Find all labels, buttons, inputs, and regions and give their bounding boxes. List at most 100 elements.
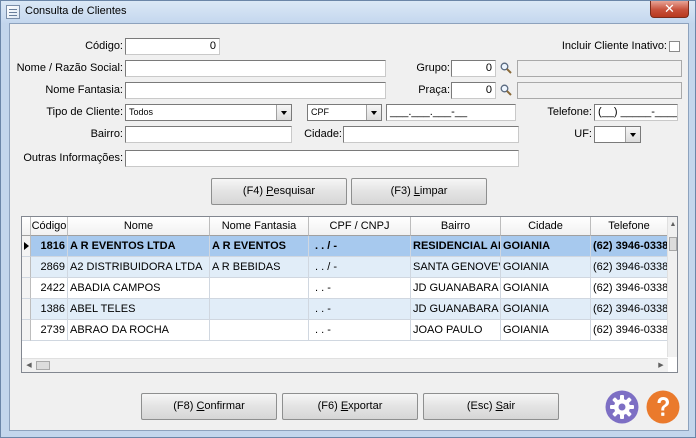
uf-select[interactable]	[594, 126, 641, 143]
tipo-cliente-select[interactable]: Todos	[125, 104, 292, 121]
limpar-button[interactable]: (F3) Limpar	[351, 178, 487, 205]
table-row[interactable]: 1816 A R EVENTOS LTDA A R EVENTOS . . / …	[22, 236, 668, 257]
scroll-up-icon[interactable]: ▲	[668, 219, 678, 231]
column-header-telefone[interactable]: Telefone	[591, 217, 668, 236]
table-row[interactable]: 2739 ABRAO DA ROCHA . . - JOAO PAULO GOI…	[22, 320, 668, 341]
column-header-nome[interactable]: Nome	[68, 217, 210, 236]
horizontal-scroll-thumb[interactable]	[36, 361, 50, 370]
cell-cidade: GOIANIA	[501, 257, 591, 278]
close-button[interactable]: ✕	[650, 1, 689, 18]
doc-input[interactable]: ___.___.___-__	[386, 104, 516, 121]
scroll-right-icon[interactable]: ▶	[656, 360, 666, 372]
telefone-input[interactable]: (__) _____-____	[594, 104, 678, 121]
cell-bairro: SANTA GENOVEV	[411, 257, 501, 278]
title-bar[interactable]: Consulta de Clientes ✕	[1, 1, 695, 23]
column-header-cpf-cnpj[interactable]: CPF / CNPJ	[309, 217, 411, 236]
table-row[interactable]: 2869 A2 DISTRIBUIDORA LTDA A R BEBIDAS .…	[22, 257, 668, 278]
column-header-fantasia[interactable]: Nome Fantasia	[210, 217, 309, 236]
cell-codigo: 2739	[31, 320, 68, 341]
cell-telefone: (62) 3946-0338	[591, 278, 668, 299]
row-indicator	[22, 257, 31, 278]
grupo-label: Grupo:	[416, 62, 450, 74]
grid-vertical-scrollbar[interactable]: ▲	[667, 217, 677, 357]
exportar-shortcut: (F6)	[317, 400, 341, 412]
grupo-input[interactable]: 0	[451, 60, 496, 77]
sair-label: air	[502, 400, 516, 412]
exportar-label: xportar	[348, 400, 383, 412]
tipo-cliente-label: Tipo de Cliente:	[46, 106, 123, 118]
row-indicator	[22, 236, 31, 257]
cell-codigo: 1386	[31, 299, 68, 320]
cell-doc: . . / -	[309, 257, 411, 278]
window-app-icon	[6, 5, 20, 19]
cell-nome: A R EVENTOS LTDA	[68, 236, 210, 257]
confirmar-button[interactable]: (F8) Confirmar	[141, 393, 277, 420]
column-header-bairro[interactable]: Bairro	[411, 217, 501, 236]
exportar-button[interactable]: (F6) Exportar	[282, 393, 418, 420]
praca-search-icon[interactable]	[500, 84, 512, 96]
cell-telefone: (62) 3946-0338	[591, 320, 668, 341]
cell-doc: . . -	[309, 299, 411, 320]
nome-razao-label: Nome / Razão Social:	[16, 62, 123, 74]
grupo-description	[517, 60, 682, 77]
confirmar-shortcut: (F8)	[173, 400, 197, 412]
praca-input[interactable]: 0	[451, 82, 496, 99]
cell-cidade: GOIANIA	[501, 236, 591, 257]
cell-cidade: GOIANIA	[501, 299, 591, 320]
codigo-input[interactable]: 0	[125, 38, 220, 55]
limpar-shortcut: (F3)	[390, 185, 414, 197]
bairro-label: Bairro:	[90, 128, 123, 140]
row-indicator	[22, 278, 31, 299]
clients-grid[interactable]: Código Nome Nome Fantasia CPF / CNPJ Bai…	[21, 216, 678, 373]
sair-button[interactable]: (Esc) Sair	[423, 393, 559, 420]
cell-codigo: 1816	[31, 236, 68, 257]
cell-doc: . . -	[309, 278, 411, 299]
incluir-inativo-checkbox[interactable]	[669, 41, 680, 52]
gear-icon[interactable]	[605, 390, 639, 424]
outras-info-input[interactable]	[125, 150, 519, 167]
pesquisar-label: esquisar	[273, 185, 316, 197]
table-row[interactable]: 2422 ABADIA CAMPOS . . - JD GUANABARA GO…	[22, 278, 668, 299]
cell-codigo: 2869	[31, 257, 68, 278]
bairro-input[interactable]	[125, 126, 292, 143]
cell-fantasia: A R EVENTOS	[210, 236, 309, 257]
cidade-input[interactable]	[343, 126, 519, 143]
nome-fantasia-label: Nome Fantasia:	[45, 84, 123, 96]
table-row[interactable]: 1386 ABEL TELES . . - JD GUANABARA 1 GOI…	[22, 299, 668, 320]
doc-tipo-select[interactable]: CPF	[307, 104, 382, 121]
window: Consulta de Clientes ✕ Código: 0 Incluir…	[0, 0, 696, 438]
grid-header: Código Nome Nome Fantasia CPF / CNPJ Bai…	[22, 217, 668, 236]
nome-fantasia-input[interactable]	[125, 82, 386, 99]
scroll-left-icon[interactable]: ◀	[24, 360, 34, 372]
cell-doc: . . / -	[309, 236, 411, 257]
uf-label: UF:	[574, 128, 592, 140]
column-header-codigo[interactable]: Código	[31, 217, 68, 236]
help-icon[interactable]	[646, 390, 680, 424]
cell-telefone: (62) 3946-0338	[591, 236, 668, 257]
column-header-cidade[interactable]: Cidade	[501, 217, 591, 236]
client-area: Código: 0 Incluir Cliente Inativo: Nome …	[9, 23, 689, 431]
cell-codigo: 2422	[31, 278, 68, 299]
chevron-down-icon[interactable]	[276, 105, 291, 120]
cell-doc: . . -	[309, 320, 411, 341]
cell-bairro: JD GUANABARA	[411, 278, 501, 299]
vertical-scroll-thumb[interactable]	[669, 237, 677, 251]
nome-razao-input[interactable]	[125, 60, 386, 77]
limpar-label: impar	[419, 185, 448, 197]
cell-fantasia	[210, 320, 309, 341]
cell-nome: ABRAO DA ROCHA	[68, 320, 210, 341]
grid-horizontal-scrollbar[interactable]: ◀ ▶	[22, 358, 668, 372]
cell-fantasia	[210, 299, 309, 320]
row-indicator	[22, 320, 31, 341]
cell-cidade: GOIANIA	[501, 320, 591, 341]
pesquisar-accel-key: P	[266, 185, 274, 197]
outras-info-label: Outras Informações:	[23, 152, 123, 164]
pesquisar-button[interactable]: (F4) Pesquisar	[211, 178, 347, 205]
confirmar-label: onfirmar	[204, 400, 245, 412]
chevron-down-icon[interactable]	[625, 127, 640, 142]
cell-nome: ABEL TELES	[68, 299, 210, 320]
grid-header-indicator	[22, 217, 31, 236]
grupo-search-icon[interactable]	[500, 62, 512, 74]
tipo-cliente-value: Todos	[129, 107, 154, 117]
chevron-down-icon[interactable]	[366, 105, 381, 120]
